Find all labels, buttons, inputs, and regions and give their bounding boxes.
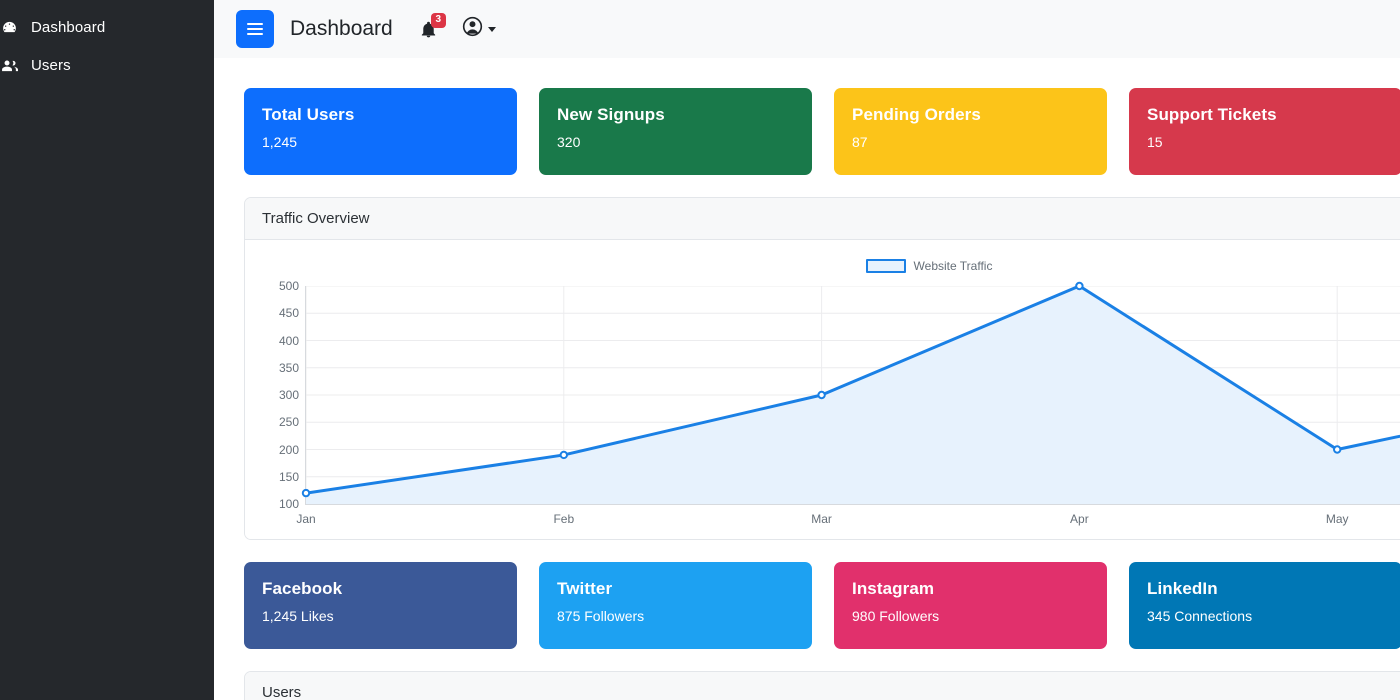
- social-card-value: 875 Followers: [557, 608, 645, 625]
- notification-badge: 3: [430, 13, 446, 28]
- user-menu-button[interactable]: [461, 15, 496, 43]
- x-axis-tick-label: Apr: [1070, 512, 1089, 526]
- legend-swatch: [865, 259, 906, 273]
- stat-card-title: Pending Orders: [852, 105, 981, 124]
- page-title: Dashboard: [290, 17, 393, 40]
- social-cards-row: Facebook 1,245 Likes Twitter 875 Followe…: [214, 562, 1400, 649]
- traffic-panel-title: Traffic Overview: [245, 198, 1400, 240]
- hamburger-bar: [247, 28, 263, 30]
- users-panel: Users: [244, 671, 1400, 700]
- stat-card-title: Support Tickets: [1147, 105, 1277, 124]
- social-card-value: 980 Followers: [852, 608, 940, 625]
- hamburger-bar: [247, 23, 263, 25]
- sidebar: Dashboard Users: [0, 0, 214, 700]
- hamburger-icon[interactable]: [236, 10, 274, 48]
- social-card-value: 1,245 Likes: [262, 608, 334, 625]
- stat-card-col: Support Tickets 15: [1129, 88, 1400, 175]
- traffic-chart[interactable]: 100 150 200 250 300 350 400 450 500 Jan Feb Mar Apr M…: [263, 279, 1400, 531]
- social-card-title: Twitter: [557, 579, 613, 598]
- social-card-title: Instagram: [852, 579, 935, 598]
- main-area: Dashboard 3 Total Users 1,245 New Signup…: [214, 0, 1400, 700]
- user-circle-icon: [461, 15, 484, 43]
- chevron-down-icon: [487, 26, 496, 32]
- social-card-twitter[interactable]: Twitter 875 Followers: [539, 562, 812, 649]
- social-card-facebook[interactable]: Facebook 1,245 Likes: [244, 562, 517, 649]
- notifications-button[interactable]: 3: [419, 13, 446, 42]
- sidebar-item-label: Users: [31, 56, 71, 74]
- social-card-linkedin[interactable]: LinkedIn 345 Connections: [1129, 562, 1400, 649]
- traffic-panel-body: Website Traffic 100 150 200 250 300 350 400 450…: [245, 240, 1400, 539]
- y-axis-tick-label: 350: [278, 360, 299, 375]
- chart-markers: [301, 281, 1342, 498]
- y-axis-tick-label: 500: [278, 279, 299, 293]
- social-card-col: Twitter 875 Followers: [539, 562, 834, 649]
- social-card-instagram[interactable]: Instagram 980 Followers: [834, 562, 1107, 649]
- content-scroll-area: Total Users 1,245 New Signups 320 Pendin…: [214, 58, 1400, 700]
- legend-label: Website Traffic: [913, 259, 993, 273]
- sidebar-item-dashboard[interactable]: Dashboard: [0, 8, 214, 46]
- stat-card-value: 320: [557, 134, 581, 151]
- y-axis-tick-label: 400: [278, 333, 299, 348]
- sidebar-nav: Dashboard Users: [0, 8, 214, 84]
- sidebar-item-users[interactable]: Users: [0, 46, 214, 84]
- social-card-col: LinkedIn 345 Connections: [1129, 562, 1400, 649]
- y-axis-tick-label: 200: [278, 442, 299, 457]
- topbar: Dashboard 3: [214, 0, 1400, 58]
- users-panel-title: Users: [245, 672, 1400, 700]
- stat-card-title: Total Users: [262, 105, 355, 124]
- x-axis-tick-label: Feb: [553, 512, 575, 526]
- stat-card-new-signups[interactable]: New Signups 320: [539, 88, 812, 175]
- stat-card-total-users[interactable]: Total Users 1,245: [244, 88, 517, 175]
- social-card-title: Facebook: [262, 579, 343, 598]
- chart-legend: Website Traffic: [263, 256, 1400, 276]
- dashboard-app: Dashboard Users Dashboard 3 Total Users …: [0, 0, 1400, 700]
- stat-card-col: Total Users 1,245: [244, 88, 539, 175]
- stat-card-col: Pending Orders 87: [834, 88, 1129, 175]
- users-icon: [0, 56, 18, 74]
- x-axis-tick-label: Jan: [296, 512, 316, 526]
- stat-card-col: New Signups 320: [539, 88, 834, 175]
- traffic-overview-panel: Traffic Overview Website Traffic 100 150 2…: [244, 197, 1400, 540]
- stat-card-value: 1,245: [262, 134, 298, 151]
- stat-card-title: New Signups: [557, 105, 665, 124]
- stat-card-pending-orders[interactable]: Pending Orders 87: [834, 88, 1107, 175]
- chart-plot-area: 100 150 200 250 300 350 400 450 500 Jan Feb Mar Apr M…: [279, 279, 1400, 526]
- y-axis-tick-label: 150: [278, 469, 299, 484]
- social-card-col: Instagram 980 Followers: [834, 562, 1129, 649]
- sidebar-item-label: Dashboard: [31, 18, 106, 36]
- stat-card-support-tickets[interactable]: Support Tickets 15: [1129, 88, 1400, 175]
- y-axis-tick-label: 100: [278, 497, 299, 511]
- hamburger-bar: [247, 33, 263, 35]
- stat-cards-row: Total Users 1,245 New Signups 320 Pendin…: [214, 88, 1400, 175]
- social-card-value: 345 Connections: [1147, 608, 1253, 625]
- x-axis-tick-label: Mar: [811, 512, 832, 526]
- y-axis-tick-label: 450: [278, 306, 299, 321]
- stat-card-value: 15: [1147, 134, 1163, 151]
- stat-card-value: 87: [852, 134, 868, 151]
- y-axis-tick-label: 300: [278, 388, 299, 402]
- social-card-title: LinkedIn: [1147, 579, 1218, 598]
- x-axis-tick-label: May: [1325, 512, 1349, 526]
- y-axis-tick-label: 250: [278, 415, 299, 430]
- topbar-actions: 3: [419, 13, 496, 43]
- social-card-col: Facebook 1,245 Likes: [244, 562, 539, 649]
- gauge-icon: [0, 18, 18, 36]
